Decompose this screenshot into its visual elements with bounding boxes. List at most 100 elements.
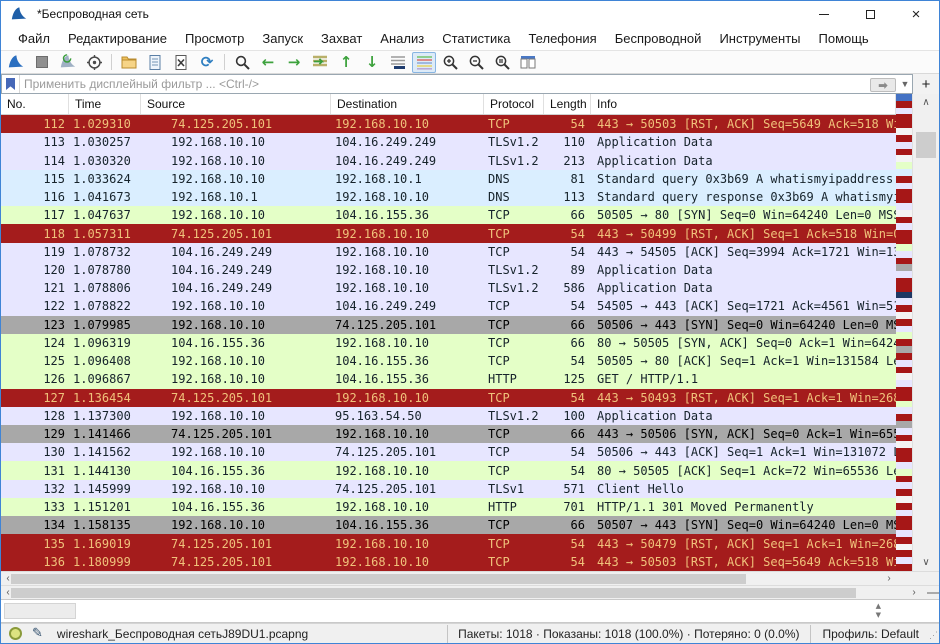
- packet-row-134[interactable]: 1341.158135192.168.10.10104.16.155.36TCP…: [1, 516, 896, 534]
- go-last-packet-button[interactable]: ↓: [360, 52, 384, 73]
- cell-proto: TLSv1.2: [484, 281, 544, 295]
- packet-row-112[interactable]: 1121.02931074.125.205.101192.168.10.10TC…: [1, 115, 896, 133]
- column-header-length[interactable]: Length: [544, 94, 591, 114]
- menu-item-5[interactable]: Анализ: [371, 29, 433, 48]
- packet-row-114[interactable]: 1141.030320192.168.10.10104.16.249.249TL…: [1, 151, 896, 169]
- start-capture-button[interactable]: [4, 52, 28, 73]
- scroll-down-icon[interactable]: ∨: [913, 557, 939, 568]
- save-file-button[interactable]: [143, 52, 167, 73]
- packet-row-116[interactable]: 1161.041673192.168.10.1192.168.10.10DNS1…: [1, 188, 896, 206]
- minimap-stripe: [896, 114, 912, 121]
- column-header-time[interactable]: Time: [69, 94, 141, 114]
- minimap-stripe: [896, 237, 912, 244]
- cell-time: 1.144130: [69, 464, 141, 478]
- go-next-packet-button[interactable]: →: [282, 52, 306, 73]
- packet-row-131[interactable]: 1311.144130104.16.155.36192.168.10.10TCP…: [1, 461, 896, 479]
- window-resize-grip[interactable]: ⋰: [929, 624, 939, 643]
- apply-filter-button[interactable]: ➡: [870, 78, 896, 92]
- column-header-source[interactable]: Source: [141, 94, 331, 114]
- hscrollbar-track[interactable]: ‹ ›: [1, 586, 921, 599]
- packet-row-130[interactable]: 1301.141562192.168.10.1074.125.205.101TC…: [1, 443, 896, 461]
- packet-row-122[interactable]: 1221.078822192.168.10.10104.16.249.249TC…: [1, 297, 896, 315]
- scroll-right-icon[interactable]: ›: [882, 572, 896, 585]
- packet-row-113[interactable]: 1131.030257192.168.10.10104.16.249.249TL…: [1, 133, 896, 151]
- packet-row-135[interactable]: 1351.16901974.125.205.101192.168.10.10TC…: [1, 534, 896, 552]
- packet-row-117[interactable]: 1171.047637192.168.10.10104.16.155.36TCP…: [1, 206, 896, 224]
- packet-row-125[interactable]: 1251.096408192.168.10.10104.16.155.36TCP…: [1, 352, 896, 370]
- zoom-original-button[interactable]: [490, 52, 514, 73]
- go-first-packet-button[interactable]: ↑: [334, 52, 358, 73]
- pane-spinner[interactable]: ▲▼: [876, 602, 881, 620]
- capture-options-button[interactable]: [82, 52, 106, 73]
- expert-info-icon[interactable]: [9, 627, 22, 640]
- vertical-scrollbar[interactable]: ∧ ∨: [912, 94, 939, 571]
- packet-row-126[interactable]: 1261.096867192.168.10.10104.16.155.36HTT…: [1, 370, 896, 388]
- resize-columns-icon: [519, 54, 537, 70]
- packet-row-127[interactable]: 1271.13645474.125.205.101192.168.10.10TC…: [1, 389, 896, 407]
- column-header-no[interactable]: No.: [1, 94, 69, 114]
- packet-row-119[interactable]: 1191.078732104.16.249.249192.168.10.10TC…: [1, 243, 896, 261]
- menu-item-10[interactable]: Помощь: [810, 29, 878, 48]
- scroll-right-icon[interactable]: ›: [907, 586, 921, 599]
- scroll-up-icon[interactable]: ∧: [913, 97, 939, 108]
- menu-item-6[interactable]: Статистика: [433, 29, 519, 48]
- hscrollbar-thumb[interactable]: [11, 574, 746, 584]
- packet-row-133[interactable]: 1331.151201104.16.155.36192.168.10.10HTT…: [1, 498, 896, 516]
- zoom-out-button[interactable]: [464, 52, 488, 73]
- cell-time: 1.047637: [69, 208, 141, 222]
- minimap-stripe: [896, 530, 912, 537]
- stop-capture-button[interactable]: [30, 52, 54, 73]
- packet-row-118[interactable]: 1181.05731174.125.205.101192.168.10.10TC…: [1, 224, 896, 242]
- filter-bookmark-icon[interactable]: [2, 75, 20, 93]
- go-to-packet-button[interactable]: [308, 52, 332, 73]
- column-header-destination[interactable]: Destination: [331, 94, 484, 114]
- menu-item-0[interactable]: Файл: [9, 29, 59, 48]
- close-file-button[interactable]: [169, 52, 193, 73]
- packet-row-136[interactable]: 1361.18099974.125.205.101192.168.10.10TC…: [1, 553, 896, 571]
- auto-scroll-button[interactable]: [386, 52, 410, 73]
- go-previous-packet-button[interactable]: ←: [256, 52, 280, 73]
- packet-row-124[interactable]: 1241.096319104.16.155.36192.168.10.10TCP…: [1, 334, 896, 352]
- resize-columns-button[interactable]: [516, 52, 540, 73]
- close-button[interactable]: ×: [893, 1, 939, 27]
- cell-proto: TLSv1.2: [484, 135, 544, 149]
- packet-row-128[interactable]: 1281.137300192.168.10.1095.163.54.50TLSv…: [1, 407, 896, 425]
- packet-row-121[interactable]: 1211.078806104.16.249.249192.168.10.10TL…: [1, 279, 896, 297]
- packet-row-129[interactable]: 1291.14146674.125.205.101192.168.10.10TC…: [1, 425, 896, 443]
- filter-dropdown-caret[interactable]: ▼: [898, 79, 912, 89]
- capture-comment-icon[interactable]: ✎: [32, 626, 43, 641]
- reload-file-button[interactable]: ⟳: [195, 52, 219, 73]
- cell-dst: 104.16.249.249: [331, 135, 484, 149]
- open-file-button[interactable]: [117, 52, 141, 73]
- minimap-stripe: [896, 292, 912, 299]
- menu-item-2[interactable]: Просмотр: [176, 29, 253, 48]
- add-filter-button-button[interactable]: +: [913, 74, 939, 94]
- restart-capture-button[interactable]: [56, 52, 80, 73]
- intelligent-scrollbar-minimap[interactable]: [896, 94, 912, 571]
- packet-list-area: No.TimeSourceDestinationProtocolLengthIn…: [1, 94, 939, 571]
- menu-item-1[interactable]: Редактирование: [59, 29, 176, 48]
- hscrollbar-thumb[interactable]: [11, 588, 856, 598]
- menu-item-8[interactable]: Беспроводной: [606, 29, 711, 48]
- display-filter-input[interactable]: [20, 77, 870, 91]
- hscrollbar-track[interactable]: ‹ ›: [1, 572, 896, 585]
- profile-label[interactable]: Профиль: Default: [811, 625, 930, 643]
- vertical-scrollbar-thumb[interactable]: [916, 132, 936, 158]
- minimize-button[interactable]: [801, 1, 847, 27]
- menu-item-3[interactable]: Запуск: [253, 29, 312, 48]
- find-packet-button[interactable]: [230, 52, 254, 73]
- menu-item-9[interactable]: Инструменты: [710, 29, 809, 48]
- packet-row-132[interactable]: 1321.145999192.168.10.1074.125.205.101TL…: [1, 480, 896, 498]
- menu-item-7[interactable]: Телефония: [519, 29, 605, 48]
- maximize-button[interactable]: [847, 1, 893, 27]
- colorize-packets-button[interactable]: [412, 52, 436, 73]
- packet-row-115[interactable]: 1151.033624192.168.10.10192.168.10.1DNS8…: [1, 170, 896, 188]
- packet-row-123[interactable]: 1231.079985192.168.10.1074.125.205.101TC…: [1, 316, 896, 334]
- splitter-grip[interactable]: [927, 592, 939, 594]
- column-header-protocol[interactable]: Protocol: [484, 94, 544, 114]
- packet-row-120[interactable]: 1201.078780104.16.249.249192.168.10.10TL…: [1, 261, 896, 279]
- column-header-info[interactable]: Info: [591, 94, 896, 114]
- zoom-in-button[interactable]: [438, 52, 462, 73]
- save-file-icon: [147, 54, 163, 71]
- menu-item-4[interactable]: Захват: [312, 29, 371, 48]
